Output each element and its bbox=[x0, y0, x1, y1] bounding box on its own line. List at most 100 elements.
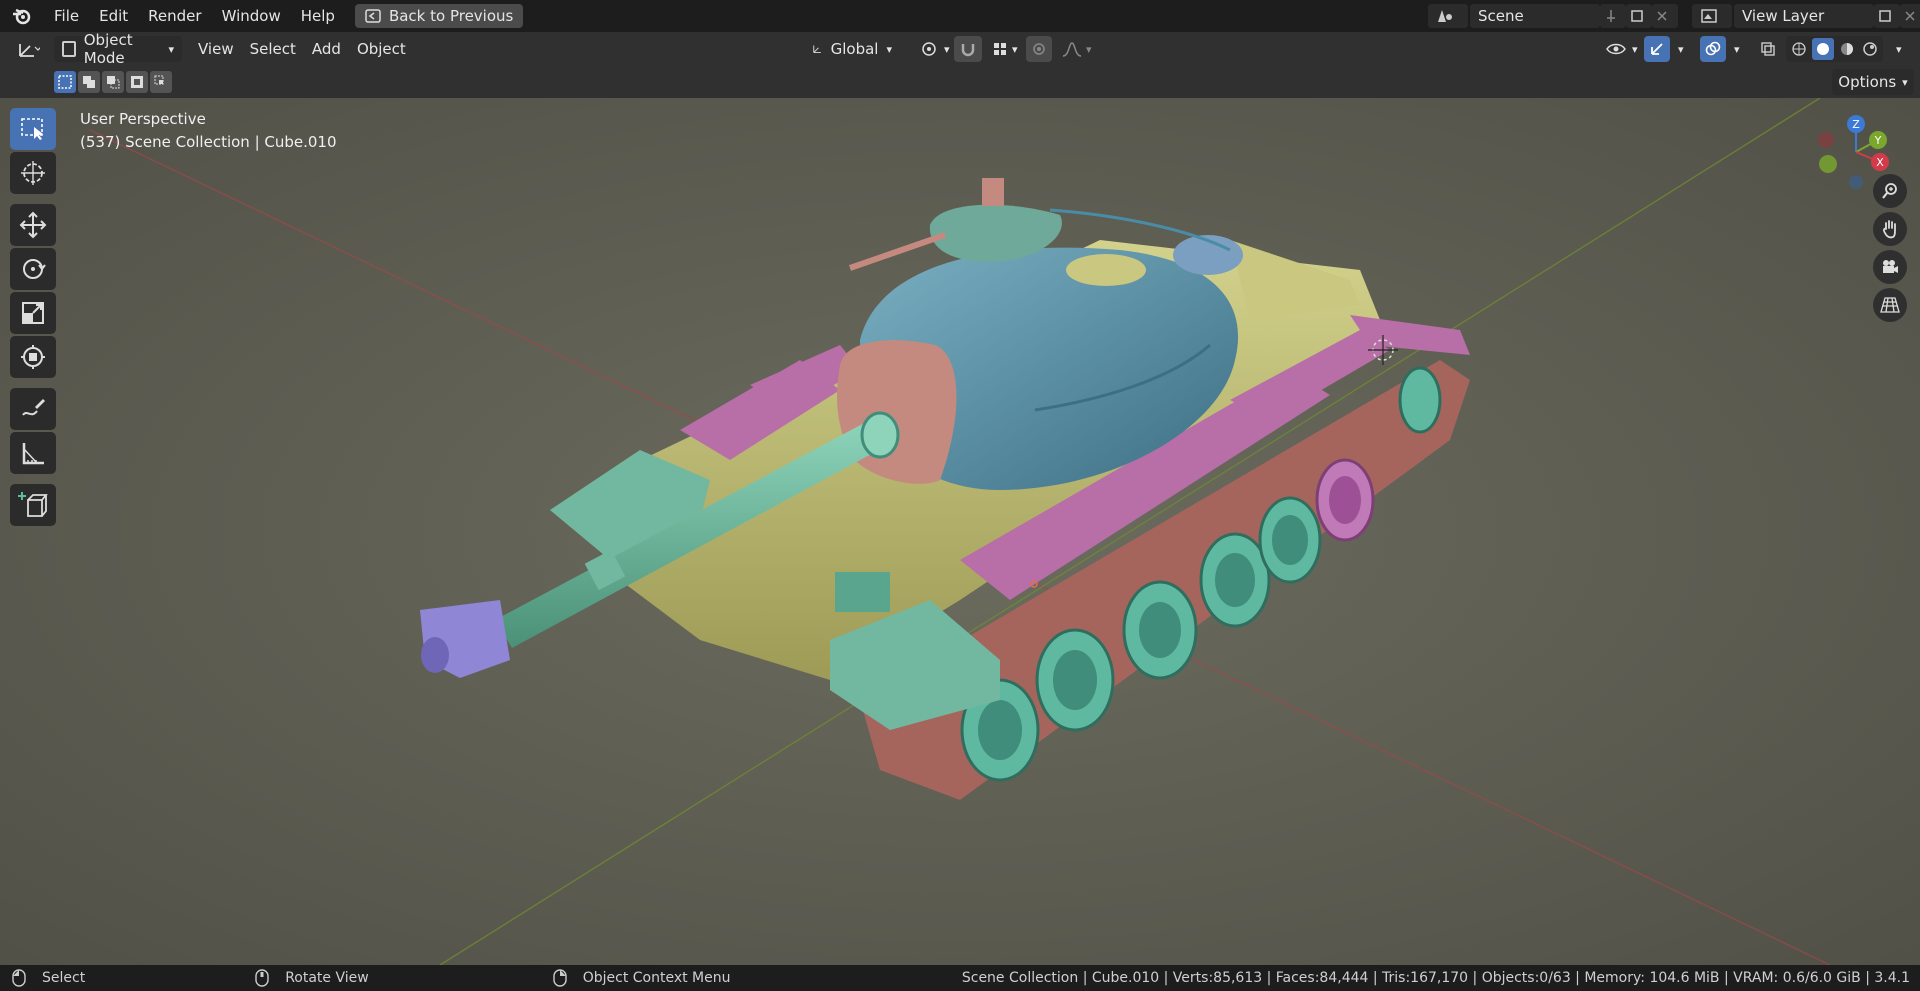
rotate-tool[interactable] bbox=[10, 248, 56, 290]
menu-window[interactable]: Window bbox=[212, 0, 291, 32]
left-mouse-icon bbox=[12, 969, 26, 987]
wireframe-shading-icon[interactable] bbox=[1789, 39, 1809, 59]
add-cube-icon bbox=[18, 492, 48, 517]
scene-new-icon[interactable] bbox=[1626, 4, 1652, 28]
top-menu-bar: File Edit Render Window Help Back to Pre… bbox=[0, 0, 1920, 32]
options-dropdown[interactable]: Options ▾ bbox=[1832, 69, 1914, 95]
select-invert-icon[interactable] bbox=[126, 71, 148, 93]
gizmo-x-label: X bbox=[1876, 156, 1884, 169]
menu-object[interactable]: Object bbox=[349, 36, 414, 62]
camera-view-button[interactable] bbox=[1873, 250, 1907, 284]
solid-shading-icon[interactable] bbox=[1812, 38, 1834, 60]
select-extend-icon[interactable] bbox=[78, 71, 100, 93]
move-tool[interactable] bbox=[10, 204, 56, 246]
chevron-down-icon[interactable]: ▾ bbox=[1888, 36, 1910, 62]
chevron-down-icon: ▾ bbox=[1632, 42, 1638, 56]
transform-tool[interactable] bbox=[10, 336, 56, 378]
chevron-down-icon: ▾ bbox=[1902, 75, 1908, 89]
right-mouse-icon bbox=[553, 969, 567, 987]
ruler-icon bbox=[22, 443, 44, 465]
annotate-tool[interactable] bbox=[10, 388, 56, 430]
visibility-dropdown[interactable]: ▾ bbox=[1598, 36, 1646, 62]
pencil-icon bbox=[22, 399, 45, 416]
scene-name-field[interactable]: Scene bbox=[1470, 4, 1600, 28]
overlay-toggle[interactable] bbox=[1700, 36, 1726, 62]
menu-render[interactable]: Render bbox=[138, 0, 211, 32]
menu-file[interactable]: File bbox=[44, 0, 89, 32]
orthographic-toggle-button[interactable] bbox=[1873, 288, 1907, 322]
back-icon bbox=[365, 9, 381, 23]
tool-shelf bbox=[10, 108, 60, 528]
proportional-falloff-dropdown[interactable]: ▾ bbox=[1054, 36, 1100, 62]
chevron-down-icon[interactable]: ▾ bbox=[1726, 36, 1748, 62]
muzzle-opening bbox=[421, 637, 449, 673]
scene-name: Scene bbox=[1478, 7, 1524, 25]
add-cube-tool[interactable] bbox=[10, 484, 56, 526]
scene-delete-icon[interactable] bbox=[1652, 4, 1678, 28]
overlay-icon bbox=[1705, 41, 1721, 56]
transform-icon bbox=[21, 345, 45, 369]
snap-target-dropdown[interactable]: ▾ bbox=[984, 36, 1026, 62]
xray-icon bbox=[1761, 42, 1775, 56]
middle-mouse-icon bbox=[255, 969, 269, 987]
pan-button[interactable] bbox=[1873, 212, 1907, 246]
chevron-down-icon: ▾ bbox=[1012, 42, 1018, 56]
scale-tool[interactable] bbox=[10, 292, 56, 334]
zoom-icon bbox=[1882, 183, 1897, 199]
orientation-icon bbox=[813, 45, 821, 54]
gizmo-neg-y-axis[interactable] bbox=[1819, 155, 1837, 173]
gizmo-y-label: Y bbox=[1874, 134, 1882, 147]
select-new-icon[interactable] bbox=[54, 71, 76, 93]
view-layer-field[interactable]: View Layer bbox=[1734, 4, 1874, 28]
options-label: Options bbox=[1838, 73, 1897, 91]
zoom-button[interactable] bbox=[1873, 174, 1907, 208]
menu-add[interactable]: Add bbox=[304, 36, 349, 62]
magnet-icon bbox=[961, 44, 975, 57]
select-box-tool[interactable] bbox=[10, 108, 56, 150]
chevron-down-icon: ▾ bbox=[1086, 42, 1092, 56]
view-layer-new-icon[interactable] bbox=[1874, 4, 1900, 28]
back-to-previous-button[interactable]: Back to Previous bbox=[354, 4, 524, 28]
view-layer-browse-button[interactable] bbox=[1692, 4, 1732, 28]
select-subtract-icon[interactable] bbox=[102, 71, 124, 93]
object-mode-dropdown[interactable]: Object Mode ▾ bbox=[54, 31, 182, 67]
3d-viewport[interactable]: User Perspective (537) Scene Collection … bbox=[0, 98, 1920, 965]
transform-orientation-dropdown[interactable]: Global ▾ bbox=[804, 36, 900, 62]
pivot-point-dropdown[interactable]: ▾ bbox=[912, 36, 958, 62]
grid-perspective-icon bbox=[1880, 297, 1900, 313]
menu-view[interactable]: View bbox=[190, 36, 242, 62]
view-layer-icon bbox=[1701, 9, 1717, 23]
viewport-nav-buttons bbox=[1873, 174, 1907, 326]
cursor-tool[interactable] bbox=[10, 152, 56, 194]
view-layer-delete-icon[interactable] bbox=[1900, 4, 1920, 28]
scene-pin-icon[interactable] bbox=[1600, 4, 1626, 28]
menu-select[interactable]: Select bbox=[242, 36, 304, 62]
select-intersect-icon[interactable] bbox=[150, 71, 172, 93]
editor-type-button[interactable] bbox=[8, 36, 48, 62]
chevron-down-icon: ▾ bbox=[886, 42, 892, 56]
menu-help[interactable]: Help bbox=[291, 0, 345, 32]
axis-editor-icon bbox=[19, 44, 40, 57]
snap-toggle[interactable] bbox=[954, 36, 982, 62]
xray-toggle[interactable] bbox=[1756, 36, 1780, 62]
rendered-shading-icon[interactable] bbox=[1860, 39, 1880, 59]
measure-tool[interactable] bbox=[10, 432, 56, 474]
blender-logo-icon[interactable] bbox=[0, 0, 44, 32]
view-layer-name: View Layer bbox=[1742, 7, 1825, 25]
scene-browse-button[interactable] bbox=[1428, 4, 1468, 28]
selection-mode-group bbox=[54, 71, 172, 93]
snap-grid-icon bbox=[994, 43, 1006, 55]
viewport-info: User Perspective (537) Scene Collection … bbox=[80, 108, 337, 154]
gizmo-neg-z-axis[interactable] bbox=[1849, 175, 1863, 189]
material-shading-icon[interactable] bbox=[1837, 39, 1857, 59]
gizmo-toggle[interactable] bbox=[1644, 36, 1670, 62]
chevron-down-icon: ▾ bbox=[168, 42, 174, 56]
gizmo-icon bbox=[1651, 43, 1663, 55]
falloff-curve-icon bbox=[1062, 42, 1082, 57]
proportional-edit-toggle[interactable] bbox=[1026, 36, 1052, 62]
chevron-down-icon[interactable]: ▾ bbox=[1670, 36, 1692, 62]
menu-edit[interactable]: Edit bbox=[89, 0, 138, 32]
status-stats: Scene Collection | Cube.010 | Verts:85,6… bbox=[961, 970, 1910, 986]
status-rotate-hint: Rotate View bbox=[285, 970, 369, 986]
gizmo-neg-x-axis[interactable] bbox=[1818, 132, 1834, 148]
